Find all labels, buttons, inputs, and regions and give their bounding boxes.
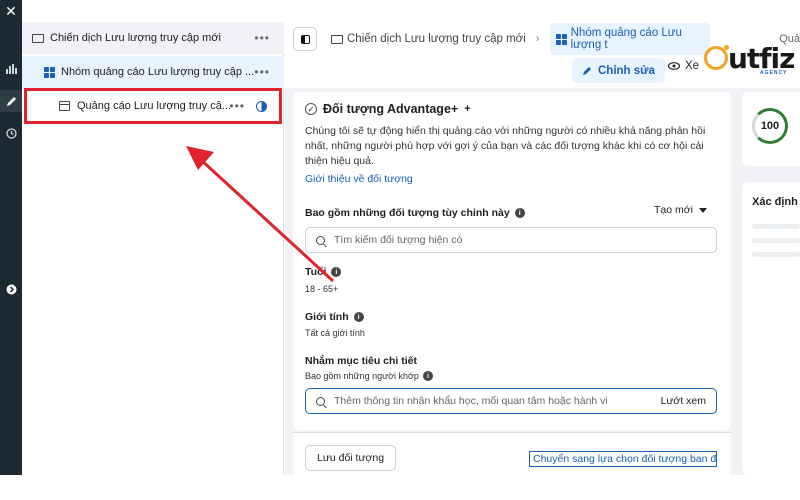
breadcrumb-adset-label: Nhóm quảng cáo Lưu lượng t xyxy=(570,27,682,51)
switch-audience-link[interactable]: Chuyển sang lựa chọn đối tượng ban đầu xyxy=(529,451,717,467)
audience-description: Chúng tôi sẽ tự động hiển thị quảng cáo … xyxy=(305,125,706,167)
age-value: 18 - 65+ xyxy=(305,284,339,294)
custom-audience-label: Bao gồm những đối tượng tùy chỉnh này i xyxy=(305,207,525,219)
caret-down-icon xyxy=(699,207,707,213)
status-half-circle-icon xyxy=(256,100,267,112)
folder-icon xyxy=(331,34,343,44)
view-button[interactable]: Xe xyxy=(668,60,699,72)
left-rail xyxy=(0,22,22,475)
tree-item-ad[interactable]: Quảng cáo Lưu lượng truy cậ... ••• xyxy=(24,88,282,124)
breadcrumb-adset[interactable]: Nhóm quảng cáo Lưu lượng t xyxy=(549,23,710,55)
definition-card: Xác định xyxy=(742,182,800,475)
check-circle-icon: ✓ xyxy=(305,103,317,115)
pencil-icon xyxy=(583,66,591,75)
gender-value: Tất cả giới tính xyxy=(305,328,365,338)
breadcrumb-campaign[interactable]: Chiến dịch Lưu lượng truy cập mới › xyxy=(331,33,550,45)
tree-item-adset[interactable]: Nhóm quảng cáo Lưu lượng truy cập ... ••… xyxy=(22,56,284,88)
info-icon: i xyxy=(422,371,433,381)
eye-icon xyxy=(668,62,680,70)
campaign-tree: Chiến dịch Lưu lượng truy cập mới ••• Nh… xyxy=(22,22,284,475)
info-icon: i xyxy=(514,208,525,218)
info-icon: i xyxy=(331,267,342,277)
breadcrumb-separator: › xyxy=(535,33,540,45)
intro-link[interactable]: Giới thiệu về đối tượng xyxy=(305,173,413,185)
more-options-icon[interactable]: ••• xyxy=(229,99,245,113)
tree-item-label: Quảng cáo Lưu lượng truy cậ... xyxy=(77,100,232,112)
detailed-targeting-label: Nhắm mục tiêu chi tiết xyxy=(305,355,418,367)
detailed-targeting-input[interactable]: Thêm thông tin nhân khẩu học, mối quan t… xyxy=(305,388,717,414)
folder-icon xyxy=(32,33,44,43)
clock-icon[interactable] xyxy=(0,122,22,144)
score-gauge: 100 xyxy=(752,108,788,144)
audience-footer: Lưu đối tượng Chuyển sang lựa chọn đối t… xyxy=(293,432,731,475)
tree-item-campaign[interactable]: Chiến dịch Lưu lượng truy cập mới ••• xyxy=(22,22,284,54)
grid-icon xyxy=(555,33,567,45)
audience-card: ✓ Đối tượng Advantage+ + Chúng tôi sẽ tự… xyxy=(293,92,731,430)
edit-button[interactable]: Chỉnh sửa xyxy=(572,58,665,83)
save-audience-button[interactable]: Lưu đối tượng xyxy=(305,445,397,471)
custom-audience-search[interactable]: Tìm kiếm đối tượng hiện có xyxy=(305,227,717,253)
definition-heading: Xác định xyxy=(752,196,798,208)
sparkle-icon: + xyxy=(464,103,471,115)
age-label: Tuổi i xyxy=(305,266,342,278)
agency-logo: utfiz AGENCY xyxy=(700,42,800,82)
ad-icon xyxy=(59,101,70,111)
pencil-icon[interactable] xyxy=(0,90,22,112)
gender-label: Giới tính i xyxy=(305,311,364,323)
browse-button[interactable]: Lướt xem xyxy=(661,395,706,407)
more-options-icon[interactable]: ••• xyxy=(254,31,270,45)
bar-chart-icon[interactable] xyxy=(0,58,22,80)
grid-icon xyxy=(44,66,55,78)
more-options-icon[interactable]: ••• xyxy=(254,65,270,79)
tree-item-label: Nhóm quảng cáo Lưu lượng truy cập ... xyxy=(61,66,255,78)
chevron-right-icon[interactable] xyxy=(0,278,22,300)
search-icon xyxy=(316,396,325,406)
tree-item-label: Chiến dịch Lưu lượng truy cập mới xyxy=(50,32,222,44)
audience-score-card: 100 xyxy=(742,92,800,166)
search-icon xyxy=(316,235,325,245)
breadcrumb-campaign-label: Chiến dịch Lưu lượng truy cập mới xyxy=(347,33,526,45)
panel-toggle-icon[interactable] xyxy=(293,27,317,51)
info-icon: i xyxy=(353,312,364,322)
audience-title: ✓ Đối tượng Advantage+ + xyxy=(305,102,471,116)
detailed-targeting-sub: Bao gồm những người khớp i xyxy=(305,371,433,381)
create-new-dropdown[interactable]: Tạo mới xyxy=(654,204,707,216)
close-icon[interactable]: ✕ xyxy=(0,0,22,22)
ads-manager-page: ✕ Chiến dịch Lưu lượng truy cập mới ••• … xyxy=(0,0,800,500)
